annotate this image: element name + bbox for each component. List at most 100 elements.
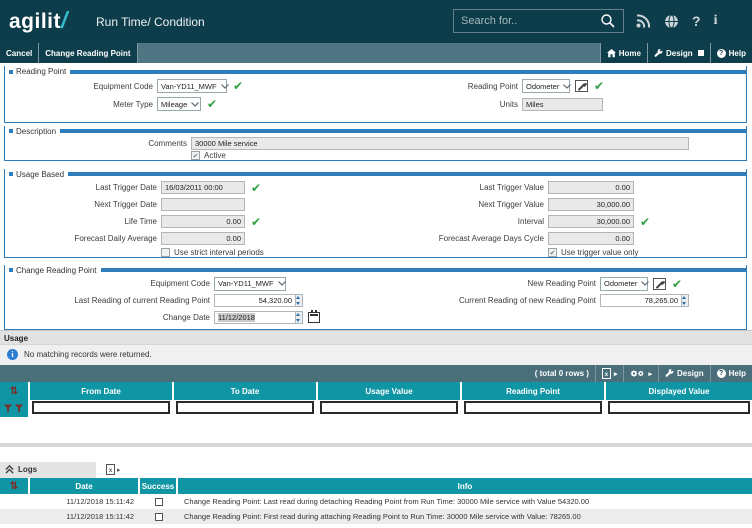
valid-check-icon: ✔ (594, 80, 604, 92)
use-strict-interval-label: Use strict interval periods (174, 248, 264, 257)
life-time-field: 0.00 (161, 215, 245, 228)
column-header-to-date[interactable]: To Date (174, 382, 318, 400)
interval-field: 30,000.00 (548, 215, 634, 228)
edit-icon[interactable] (653, 278, 666, 290)
comments-field[interactable]: 30000 Mile service (191, 137, 689, 150)
column-header-from-date[interactable]: From Date (30, 382, 174, 400)
sort-column-header[interactable]: ⇅ (0, 382, 30, 400)
last-reading-label: Last Reading of current Reading Point (5, 296, 214, 305)
search-input[interactable]: Search for.. (453, 9, 624, 33)
table-design-button[interactable]: Design (658, 365, 710, 382)
forecast-daily-average-field: 0.00 (161, 232, 245, 245)
last-trigger-value-field: 0.00 (548, 181, 634, 194)
reading-point-select[interactable]: Odometer (522, 79, 570, 93)
logs-panel-header[interactable]: Logs (0, 462, 96, 478)
legend-marker (9, 172, 13, 176)
success-checkbox[interactable] (155, 498, 163, 506)
column-header-reading-point[interactable]: Reading Point (462, 382, 606, 400)
use-strict-interval-checkbox[interactable] (161, 248, 170, 257)
meter-type-select[interactable]: Mileage (157, 97, 201, 111)
filter-cell[interactable] (0, 400, 30, 417)
crp-equipment-code-select[interactable]: Van-YD11_MWF (214, 277, 286, 291)
design-button[interactable]: Design (647, 43, 710, 63)
usage-filter-row (0, 400, 752, 417)
sort-column-header[interactable]: ⇅ (0, 478, 30, 494)
reading-point-label: Reading Point (377, 82, 522, 91)
current-reading-label: Current Reading of new Reading Point (377, 296, 600, 305)
new-reading-point-label: New Reading Point (377, 279, 600, 288)
gears-icon (630, 368, 645, 379)
table-settings-button[interactable]: ▸ (623, 365, 658, 382)
edit-icon[interactable] (575, 80, 588, 92)
meter-type-label: Meter Type (5, 100, 157, 109)
chevron-down-icon (221, 84, 229, 89)
valid-check-icon: ✔ (251, 216, 261, 228)
current-reading-field[interactable]: 78,265.00 (600, 294, 682, 307)
valid-check-icon: ✔ (640, 216, 650, 228)
valid-check-icon: ✔ (672, 278, 682, 290)
help-circle-icon: ? (717, 49, 726, 58)
change-date-label: Change Date (5, 313, 214, 322)
equipment-code-label: Equipment Code (5, 82, 157, 91)
logs-column-info[interactable]: Info (178, 478, 752, 494)
equipment-code-select[interactable]: Van-YD11_MWF (157, 79, 227, 93)
action-toolbar: Cancel Change Reading Point Home Design … (0, 43, 752, 63)
comments-label: Comments (5, 139, 191, 148)
usage-based-section: Usage Based Last Trigger Date 16/03/2011… (4, 169, 747, 258)
active-checkbox[interactable] (191, 151, 200, 160)
export-button[interactable]: x▸ (595, 365, 624, 382)
next-trigger-value-field: 30,000.00 (548, 198, 634, 211)
help-button[interactable]: ? Help (710, 43, 752, 63)
filter-input-from-date[interactable] (32, 401, 170, 414)
section-legend: Description (16, 127, 56, 136)
units-field: Miles (522, 98, 603, 111)
next-trigger-value-label: Next Trigger Value (377, 200, 548, 209)
globe-icon[interactable] (664, 14, 679, 29)
filter-input-to-date[interactable] (176, 401, 314, 414)
cancel-button[interactable]: Cancel (0, 43, 39, 63)
legend-marker (9, 268, 13, 272)
feed-icon[interactable] (636, 14, 651, 28)
chevron-down-icon (191, 102, 199, 107)
last-trigger-value-label: Last Trigger Value (377, 183, 548, 192)
home-button[interactable]: Home (600, 43, 647, 63)
last-reading-field[interactable]: 54,320.00 (214, 294, 296, 307)
filter-input-reading-point[interactable] (464, 401, 602, 414)
help-icon[interactable]: ? (692, 14, 701, 28)
search-icon[interactable] (600, 13, 616, 29)
last-trigger-date-field: 16/03/2011 00:00 (161, 181, 245, 194)
section-legend: Change Reading Point (16, 266, 97, 275)
column-header-usage-value[interactable]: Usage Value (318, 382, 462, 400)
info-icon[interactable]: i (714, 14, 718, 28)
wrench-icon (654, 49, 663, 58)
spinner-stepper[interactable] (682, 294, 689, 307)
spinner-stepper[interactable] (296, 311, 303, 324)
usage-table-header: ⇅ From Date To Date Usage Value Reading … (0, 382, 752, 400)
logs-column-date[interactable]: Date (30, 478, 140, 494)
section-legend: Reading Point (16, 67, 66, 76)
change-date-field[interactable]: 11/12/2018 (214, 311, 296, 324)
export-icon: x (602, 368, 611, 379)
export-icon: x (106, 464, 115, 475)
log-row: 11/12/2018 15:11:42 Change Reading Point… (0, 509, 752, 524)
column-header-displayed-value[interactable]: Displayed Value (606, 382, 752, 400)
valid-check-icon: ✔ (251, 182, 261, 194)
usage-panel: Usage i No matching records were returne… (0, 330, 752, 365)
use-trigger-value-checkbox[interactable] (548, 248, 557, 257)
logs-export-button[interactable]: x ▸ (106, 464, 121, 475)
new-reading-point-select[interactable]: Odometer (600, 277, 648, 291)
change-reading-point-button[interactable]: Change Reading Point (39, 43, 137, 63)
filter-input-usage-value[interactable] (320, 401, 458, 414)
last-trigger-date-label: Last Trigger Date (5, 183, 161, 192)
calendar-icon[interactable] (308, 312, 320, 323)
success-checkbox[interactable] (155, 513, 163, 521)
change-reading-point-section: Change Reading Point Equipment Code Van-… (4, 265, 747, 330)
collapse-icon (5, 465, 14, 474)
search-placeholder: Search for.. (461, 15, 600, 27)
logs-column-success[interactable]: Success (140, 478, 178, 494)
table-help-button[interactable]: ?Help (710, 365, 752, 382)
log-info: Change Reading Point: First read during … (178, 512, 752, 521)
filter-input-displayed-value[interactable] (608, 401, 750, 414)
crp-equipment-code-label: Equipment Code (5, 279, 214, 288)
spinner-stepper[interactable] (296, 294, 303, 307)
